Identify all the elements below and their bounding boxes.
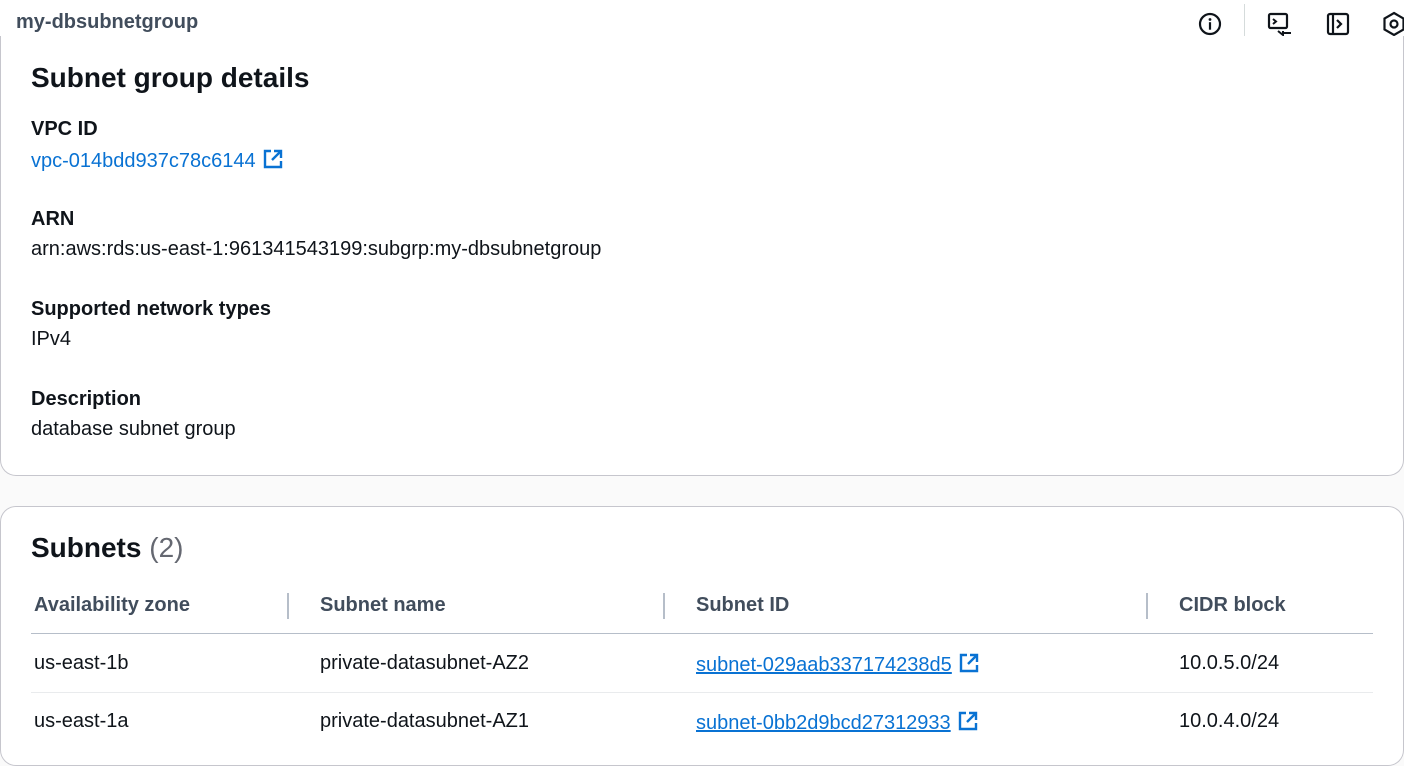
vpc-id-link[interactable]: vpc-014bdd937c78c6144 <box>31 150 256 172</box>
feedback-icon[interactable] <box>1267 11 1293 37</box>
cell-availability-zone: us-east-1b <box>34 652 129 674</box>
cell-subnet-id: subnet-029aab337174238d5 <box>696 652 980 680</box>
network-types-value: IPv4 <box>31 328 72 350</box>
cell-subnet-name: private-datasubnet-AZ2 <box>320 652 530 674</box>
network-types-label: Supported network types <box>31 298 272 320</box>
column-resizer[interactable] <box>287 593 289 619</box>
cell-subnet-id: subnet-0bb2d9bcd27312933 <box>696 710 979 738</box>
column-resizer[interactable] <box>1146 593 1148 619</box>
vpc-id-value: vpc-014bdd937c78c6144 <box>31 148 284 176</box>
table-header-divider <box>31 633 1373 634</box>
details-heading: Subnet group details <box>31 62 310 93</box>
description-value: database subnet group <box>31 418 236 440</box>
column-header-subnet-id[interactable]: Subnet ID <box>696 594 789 617</box>
page-title: my-dbsubnetgroup <box>16 11 199 33</box>
cell-subnet-name: private-datasubnet-AZ1 <box>320 710 530 732</box>
cell-cidr-block: 10.0.5.0/24 <box>1179 652 1280 674</box>
external-link-icon[interactable] <box>957 710 979 738</box>
column-header-cidr-block[interactable]: CIDR block <box>1179 594 1286 617</box>
subnets-heading: Subnets (2) <box>31 532 183 564</box>
subnets-count: (2) <box>149 532 184 563</box>
settings-hex-icon[interactable] <box>1381 11 1404 37</box>
subnet-id-link[interactable]: subnet-029aab337174238d5 <box>696 654 952 676</box>
cell-cidr-block: 10.0.4.0/24 <box>1179 710 1280 732</box>
column-resizer[interactable] <box>663 593 665 619</box>
arn-value: arn:aws:rds:us-east-1:961341543199:subgr… <box>31 238 602 260</box>
arn-label: ARN <box>31 208 75 230</box>
side-panel-icon[interactable] <box>1325 11 1351 37</box>
info-icon[interactable] <box>1197 11 1223 37</box>
subnet-id-link[interactable]: subnet-0bb2d9bcd27312933 <box>696 712 951 734</box>
subnets-heading-text: Subnets <box>31 532 142 563</box>
external-link-icon[interactable] <box>958 652 980 680</box>
column-header-availability-zone[interactable]: Availability zone <box>34 594 190 617</box>
row-divider <box>31 692 1373 693</box>
vpc-id-label: VPC ID <box>31 118 98 140</box>
cell-availability-zone: us-east-1a <box>34 710 129 732</box>
column-header-subnet-name[interactable]: Subnet name <box>320 594 446 617</box>
external-link-icon[interactable] <box>262 148 284 176</box>
description-label: Description <box>31 388 142 410</box>
